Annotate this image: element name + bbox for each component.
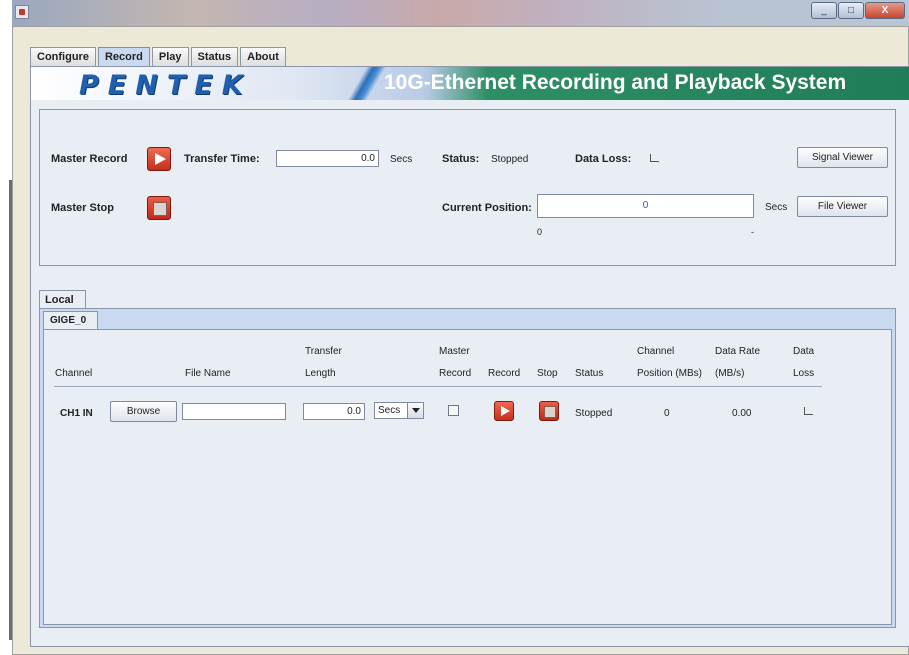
col-data-loss-1: Data: [793, 346, 815, 357]
col-file-name: File Name: [185, 368, 231, 379]
pentek-logo: PENTEK: [79, 70, 252, 100]
header-divider: [54, 386, 822, 387]
tab-play[interactable]: Play: [151, 47, 189, 67]
unit-select-value: Secs: [378, 405, 401, 416]
window-controls: _ □ X: [810, 2, 905, 19]
col-status: Status: [575, 368, 604, 379]
record-tab-pane: PENTEK 10G-Ethernet Recording and Playba…: [30, 66, 909, 647]
transfer-time-label: Transfer Time:: [184, 153, 260, 165]
gige-channel-pane: Channel File Name Transfer Length Master…: [43, 329, 892, 625]
status-label: Status:: [442, 153, 480, 165]
master-record-button[interactable]: [147, 147, 171, 171]
tab-record[interactable]: Record: [97, 47, 150, 67]
file-viewer-button[interactable]: File Viewer: [797, 196, 888, 217]
channel-data-loss-indicator: [804, 407, 813, 415]
channel-name: CH1 IN: [60, 408, 93, 419]
tab-configure[interactable]: Configure: [30, 47, 96, 67]
col-record: Record: [488, 368, 521, 379]
transfer-time-unit: Secs: [390, 154, 413, 165]
file-name-input[interactable]: [182, 403, 286, 420]
col-master-record-1: Master: [439, 346, 470, 357]
chevron-down-icon[interactable]: [407, 403, 423, 418]
col-master-record-2: Record: [439, 368, 472, 379]
tab-status[interactable]: Status: [190, 47, 239, 67]
data-loss-indicator: [650, 154, 659, 162]
data-rate-value: 0.00: [732, 408, 752, 419]
banner: PENTEK 10G-Ethernet Recording and Playba…: [31, 67, 909, 100]
current-position-display: 0: [537, 194, 754, 218]
channel-record-button[interactable]: [494, 401, 514, 421]
channel-position-value: 0: [664, 408, 670, 419]
local-pane: GIGE_0 Channel File Name Transfer Length…: [39, 308, 896, 628]
transfer-length-input[interactable]: 0.0: [303, 403, 365, 420]
channel-stop-button[interactable]: [539, 401, 559, 421]
status-value: Stopped: [491, 154, 529, 165]
signal-viewer-button[interactable]: Signal Viewer: [797, 147, 888, 168]
java-app-icon[interactable]: [15, 5, 29, 19]
tab-gige-0[interactable]: GIGE_0: [43, 311, 98, 330]
col-transfer-length-2: Length: [305, 368, 336, 379]
minimize-button[interactable]: _: [811, 2, 837, 19]
current-position-unit: Secs: [765, 202, 788, 213]
col-channel: Channel: [55, 368, 93, 379]
channel-status: Stopped: [575, 408, 613, 419]
col-data-loss-2: Loss: [793, 368, 815, 379]
master-record-checkbox[interactable]: [448, 405, 459, 416]
position-max-label: -: [751, 227, 754, 237]
title-bar[interactable]: _ □ X: [12, 0, 909, 26]
banner-title: 10G-Ethernet Recording and Playback Syst…: [384, 71, 847, 94]
col-channel-position-1: Channel: [637, 346, 675, 357]
current-position-label: Current Position:: [442, 202, 532, 214]
tab-local[interactable]: Local: [39, 290, 86, 309]
master-record-label: Master Record: [51, 153, 128, 165]
browse-button[interactable]: Browse: [110, 401, 177, 422]
data-loss-label: Data Loss:: [575, 153, 632, 165]
close-button[interactable]: X: [865, 2, 905, 19]
window-left-edge: [0, 0, 12, 655]
col-data-rate-2: (MB/s): [715, 368, 745, 379]
unit-select[interactable]: Secs: [374, 402, 424, 419]
transfer-time-input[interactable]: 0.0: [276, 150, 379, 167]
col-transfer-length-1: Transfer: [305, 346, 342, 357]
main-tabs: Configure Record Play Status About: [30, 47, 288, 67]
position-min-label: 0: [537, 227, 543, 237]
col-stop: Stop: [537, 368, 558, 379]
master-stop-button[interactable]: [147, 196, 171, 220]
col-channel-position-2: Position (MBs): [637, 368, 703, 379]
app-content: Configure Record Play Status About PENTE…: [25, 47, 909, 647]
maximize-button[interactable]: □: [838, 2, 864, 19]
app-window: Configure Record Play Status About PENTE…: [12, 26, 909, 655]
col-data-rate-1: Data Rate: [715, 346, 761, 357]
master-stop-label: Master Stop: [51, 202, 114, 214]
tab-about[interactable]: About: [240, 47, 286, 67]
master-control-panel: Master Record Transfer Time: 0.0 Secs St…: [39, 109, 896, 266]
